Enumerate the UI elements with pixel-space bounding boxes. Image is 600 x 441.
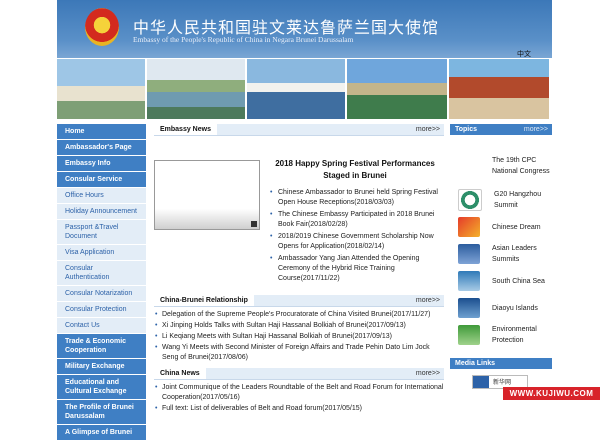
feature-news-title[interactable]: 2018 Happy Spring Festival Performances … xyxy=(270,158,440,182)
south-china-sea-icon xyxy=(458,271,480,291)
nav-holiday-announcement[interactable]: Holiday Announcement xyxy=(57,204,146,219)
language-switch-link[interactable]: 中文 xyxy=(517,49,531,59)
slideshow-control-icon[interactable] xyxy=(251,221,257,227)
banner-photo-strip xyxy=(57,59,552,119)
national-emblem-icon xyxy=(85,8,119,46)
topic-chinese-dream[interactable]: Chinese Dream xyxy=(450,215,552,239)
media-links-section: Media Links 新华网 xyxy=(450,358,552,389)
nav-profile-brunei[interactable]: The Profile of Brunei Darussalam xyxy=(57,400,146,424)
list-item[interactable]: Xi Jinping Holds Talks with Sultan Haji … xyxy=(154,321,444,331)
chinese-dream-icon xyxy=(458,217,480,237)
topic-diaoyu[interactable]: Diaoyu Islands xyxy=(450,296,552,320)
environment-icon xyxy=(458,325,480,345)
landscape-photo xyxy=(147,59,245,119)
embassy-news-header: Embassy News more>> xyxy=(154,124,444,136)
list-item[interactable]: Joint Communique of the Leaders Roundtab… xyxy=(154,383,444,403)
list-item[interactable]: Li Keqiang Meets with Sultan Haji Hassan… xyxy=(154,332,444,342)
china-news-list: Joint Communique of the Leaders Roundtab… xyxy=(154,383,444,414)
list-item[interactable]: Wang Yi Meets with Second Minister of Fo… xyxy=(154,343,444,363)
topics-more-link[interactable]: more>> xyxy=(524,124,548,136)
topic-g20[interactable]: G20 Hangzhou Summit xyxy=(450,188,552,212)
list-item[interactable]: Chinese Ambassador to Brunei held Spring… xyxy=(270,188,446,208)
site-title-english: Embassy of the People's Republic of Chin… xyxy=(133,35,354,44)
nav-embassy-info[interactable]: Embassy Info xyxy=(57,156,146,171)
embassy-news-feature: 2018 Happy Spring Festival Performances … xyxy=(154,136,444,282)
media-links-heading: Media Links xyxy=(455,360,496,367)
topic-asian-summits[interactable]: Asian Leaders Summits xyxy=(450,242,552,266)
nav-consular-service[interactable]: Consular Service xyxy=(57,172,146,187)
nav-trade-economic[interactable]: Trade & Economic Cooperation xyxy=(57,334,146,358)
topics-heading: Topics xyxy=(455,126,478,133)
nav-glimpse-brunei[interactable]: A Glimpse of Brunei xyxy=(57,425,146,440)
list-item[interactable]: 2018/2019 Chinese Government Scholarship… xyxy=(270,232,446,252)
list-item[interactable]: Ambassador Yang Jian Attended the Openin… xyxy=(270,254,446,284)
page-wrapper: 中华人民共和国驻文莱达鲁萨兰国大使馆 Embassy of the People… xyxy=(57,0,552,440)
left-navigation: Home Ambassador's Page Embassy Info Cons… xyxy=(57,124,146,441)
list-item[interactable]: Delegation of the Supreme People's Procu… xyxy=(154,310,444,320)
right-sidebar: Topics more>> The 19th CPC National Cong… xyxy=(450,124,552,389)
topic-cpc-congress[interactable]: The 19th CPC National Congress xyxy=(450,147,552,185)
mosque-photo xyxy=(57,59,145,119)
relationship-heading: China-Brunei Relationship xyxy=(154,295,254,306)
nav-consular-authentication[interactable]: Consular Authentication xyxy=(57,261,146,285)
nav-military-exchange[interactable]: Military Exchange xyxy=(57,359,146,374)
topic-label[interactable]: South China Sea xyxy=(492,276,545,287)
asian-summits-icon xyxy=(458,244,480,264)
nav-contact-us[interactable]: Contact Us xyxy=(57,318,146,333)
china-news-more-link[interactable]: more>> xyxy=(416,368,440,380)
topic-label[interactable]: G20 Hangzhou Summit xyxy=(494,189,552,211)
nav-ambassadors-page[interactable]: Ambassador's Page xyxy=(57,140,146,155)
china-news-heading: China News xyxy=(154,368,206,379)
relationship-more-link[interactable]: more>> xyxy=(416,295,440,307)
diaoyu-islands-icon xyxy=(458,298,480,318)
g20-icon xyxy=(458,189,482,211)
nav-educational-cultural[interactable]: Educational and Cultural Exchange xyxy=(57,375,146,399)
topic-label[interactable]: The 19th CPC National Congress xyxy=(492,155,552,177)
relationship-list: Delegation of the Supreme People's Procu… xyxy=(154,310,444,363)
nav-visa-application[interactable]: Visa Application xyxy=(57,245,146,260)
palace-hill-photo xyxy=(347,59,447,119)
topics-header: Topics more>> xyxy=(450,124,552,135)
site-watermark: WWW.KUJIWU.COM xyxy=(503,387,600,400)
nav-consular-notarization[interactable]: Consular Notarization xyxy=(57,286,146,301)
list-item[interactable]: The Chinese Embassy Participated in 2018… xyxy=(270,210,446,230)
feature-slideshow-image[interactable] xyxy=(154,160,260,230)
topic-label[interactable]: Environmental Protection xyxy=(492,324,552,346)
topic-environment[interactable]: Environmental Protection xyxy=(450,323,552,347)
embassy-news-more-link[interactable]: more>> xyxy=(416,124,440,136)
media-links-header: Media Links xyxy=(450,358,552,369)
nav-consular-protection[interactable]: Consular Protection xyxy=(57,302,146,317)
site-banner: 中华人民共和国驻文莱达鲁萨兰国大使馆 Embassy of the People… xyxy=(57,0,552,58)
main-content: Embassy News more>> 2018 Happy Spring Fe… xyxy=(154,124,444,415)
topic-label[interactable]: Asian Leaders Summits xyxy=(492,243,552,265)
list-item[interactable]: Full text: List of deliverables of Belt … xyxy=(154,404,444,414)
topic-south-china-sea[interactable]: South China Sea xyxy=(450,269,552,293)
china-news-header: China News more>> xyxy=(154,368,444,380)
nav-office-hours[interactable]: Office Hours xyxy=(57,188,146,203)
embassy-news-heading: Embassy News xyxy=(154,124,217,135)
water-village-photo xyxy=(247,59,345,119)
relationship-header: China-Brunei Relationship more>> xyxy=(154,295,444,307)
embassy-news-list: Chinese Ambassador to Brunei held Spring… xyxy=(270,188,446,286)
forbidden-city-photo xyxy=(449,59,549,119)
topic-label[interactable]: Chinese Dream xyxy=(492,222,541,233)
nav-home[interactable]: Home xyxy=(57,124,146,139)
topic-label[interactable]: Diaoyu Islands xyxy=(492,303,538,314)
nav-passport-travel-document[interactable]: Passport &Travel Document xyxy=(57,220,146,244)
